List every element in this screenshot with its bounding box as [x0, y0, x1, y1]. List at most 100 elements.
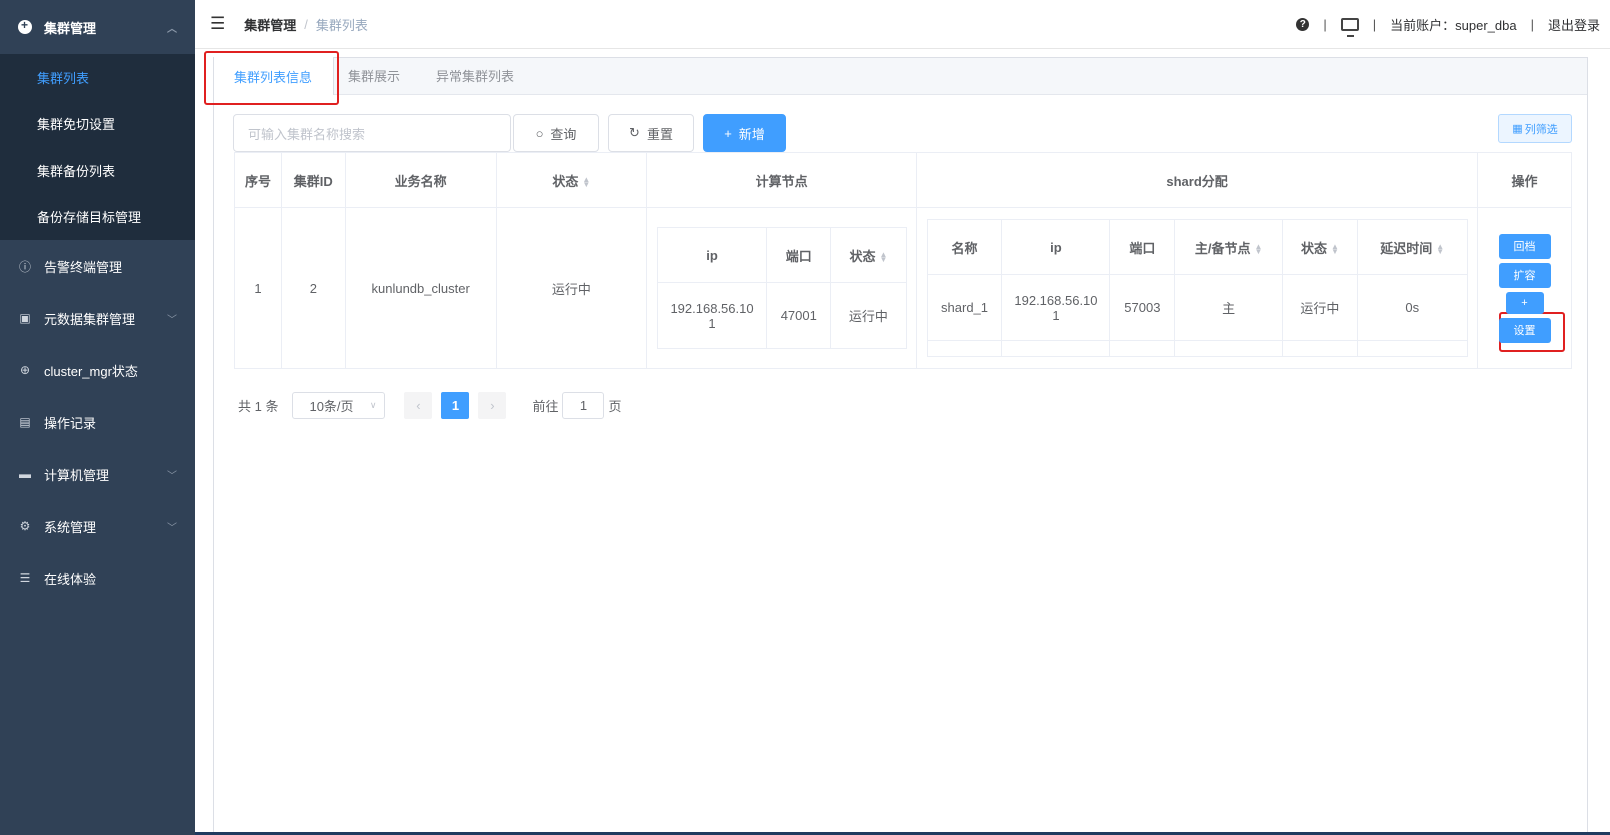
tab-label: 集群列表信息	[234, 69, 313, 85]
col-index-header: 序号	[234, 152, 282, 208]
compute-status-cell: 运行中	[830, 282, 907, 349]
shard-table: 名称 ip 端口 主/备节点 ▲ ▼ 状态 ▲ ▼ 延迟时间 ▲ ▼ shard_1 192…	[926, 219, 1468, 357]
settings-icon: ⚙	[19, 519, 31, 533]
goto-page-input[interactable]: 1	[562, 391, 605, 419]
sidebar-item-online-trial[interactable]: ☰ 在线体验	[0, 552, 195, 604]
shard-ip-line2: 1	[1052, 307, 1060, 323]
cell-compute: ip 端口 状态 ▲ ▼ 192.168.56.10 1 47001 运行中	[646, 207, 918, 369]
expand-button[interactable]: 扩容	[1498, 262, 1551, 288]
more-plus-button[interactable]: +	[1505, 291, 1544, 314]
chevron-down-icon: ﹀	[167, 314, 177, 326]
col-ops-header: 操作	[1477, 152, 1572, 208]
shard-ip-line1: 192.168.56.10	[1014, 292, 1098, 308]
sidebar-item-label: 集群免切设置	[37, 117, 116, 133]
sidebar-item-label: 操作记录	[44, 415, 97, 431]
chevron-right-icon: ›	[490, 397, 495, 413]
computer-icon: ▬	[19, 467, 31, 481]
shard-delay-header[interactable]: 延迟时间 ▲ ▼	[1356, 219, 1468, 275]
header-actions: ? | | 当前账户：super_dba | 退出登录	[1296, 0, 1600, 49]
sort-icon[interactable]: ▲ ▼	[1331, 243, 1339, 256]
query-button[interactable]: ○ 查询	[513, 114, 599, 152]
reset-button-label: 重置	[646, 126, 673, 142]
shard-port-header: 端口	[1109, 219, 1176, 275]
cell-cluster-id: 2	[280, 207, 346, 369]
help-icon[interactable]: ?	[1296, 18, 1310, 31]
operation-buttons: 回档 扩容 + 设置	[1478, 233, 1571, 343]
search-toolbar: 可输入集群名称搜索 ○ 查询 ↻ 重置 + 新增	[233, 114, 786, 152]
sidebar-item-alert-terminal[interactable]: ⓘ 告警终端管理	[0, 240, 195, 292]
page-number-current[interactable]: 1	[441, 391, 470, 419]
cell-status: 运行中	[495, 207, 648, 369]
sort-icon[interactable]: ▲ ▼	[582, 176, 590, 189]
sort-icon[interactable]: ▲ ▼	[1255, 243, 1263, 256]
sidebar-item-system-management[interactable]: ⚙ 系统管理 ﹀	[0, 500, 195, 552]
page-size-value: 10条/页	[309, 398, 354, 414]
sidebar-item-backup-storage[interactable]: 备份存储目标管理	[0, 194, 195, 241]
divider: |	[1323, 17, 1327, 32]
tab-cluster-list-info[interactable]: 集群列表信息	[214, 57, 335, 95]
col-cluster-id-header: 集群ID	[280, 152, 346, 208]
record-icon: ▤	[19, 415, 31, 429]
sidebar-item-cluster-switch-settings[interactable]: 集群免切设置	[0, 101, 195, 148]
add-button[interactable]: + 新增	[703, 114, 786, 152]
cell-index: 1	[234, 207, 282, 369]
sidebar-submenu: 集群列表 集群免切设置 集群备份列表 备份存储目标管理	[0, 54, 195, 240]
shard-status-header[interactable]: 状态 ▲ ▼	[1282, 219, 1358, 275]
sort-icon[interactable]: ▲ ▼	[879, 251, 887, 264]
shard-ip-cell: 192.168.56.10 1	[1001, 274, 1111, 341]
divider: |	[1530, 17, 1534, 32]
sort-icon[interactable]: ▲ ▼	[1436, 243, 1444, 256]
rollback-button[interactable]: 回档	[1498, 233, 1551, 259]
shard-role-label: 主/备节点	[1194, 240, 1251, 256]
shard-status-label: 状态	[1300, 240, 1327, 256]
hamburger-icon[interactable]: ☰	[210, 14, 225, 34]
breadcrumb-item[interactable]: 集群管理	[244, 15, 296, 34]
shard-role-cell: 主	[1174, 274, 1284, 341]
status-icon: ⊕	[19, 363, 31, 377]
sidebar-item-operation-records[interactable]: ▤ 操作记录	[0, 396, 195, 448]
tab-bar: 集群列表信息 集群展示 异常集群列表	[214, 57, 1587, 95]
search-input[interactable]: 可输入集群名称搜索	[233, 114, 511, 152]
sidebar-item-cluster-list[interactable]: 集群列表	[0, 54, 195, 101]
sidebar-item-cluster-mgr-status[interactable]: ⊕ cluster_mgr状态	[0, 344, 195, 396]
sidebar-item-computer-management[interactable]: ▬ 计算机管理 ﹀	[0, 448, 195, 500]
shard-port-cell: 57003	[1109, 274, 1176, 341]
shard-ip-header: ip	[1001, 219, 1111, 275]
col-shard-header: shard分配	[916, 152, 1479, 208]
refresh-icon: ↻	[629, 125, 640, 140]
logout-link[interactable]: 退出登录	[1548, 15, 1600, 34]
breadcrumb-separator: /	[304, 16, 308, 32]
sidebar-group-cluster-management[interactable]: 集群管理 ︿	[0, 0, 195, 54]
column-filter-button[interactable]: ▦ 列筛选	[1498, 114, 1572, 143]
col-status-header[interactable]: 状态 ▲ ▼	[495, 152, 648, 208]
add-button-label: 新增	[738, 126, 765, 142]
page-size-select[interactable]: 10条/页 ∨	[292, 391, 386, 419]
monitor-icon[interactable]	[1340, 18, 1359, 37]
cell-shard: 名称 ip 端口 主/备节点 ▲ ▼ 状态 ▲ ▼ 延迟时间 ▲ ▼ shard_1 192…	[916, 207, 1479, 369]
next-page-button[interactable]: ›	[478, 391, 507, 419]
sidebar-item-cluster-backup-list[interactable]: 集群备份列表	[0, 147, 195, 194]
cell-name: kunlundb_cluster	[344, 207, 497, 369]
sidebar: 集群管理 ︿ 集群列表 集群免切设置 集群备份列表 备份存储目标管理 ⓘ 告警终…	[0, 0, 195, 835]
alert-icon: ⓘ	[18, 259, 31, 274]
search-icon: ○	[535, 125, 544, 141]
prev-page-button[interactable]: ‹	[404, 391, 433, 419]
compute-ip-line1: 192.168.56.10	[670, 300, 754, 316]
settings-button[interactable]: 设置	[1498, 317, 1551, 343]
divider: |	[1372, 17, 1377, 32]
goto-label: 前往	[532, 398, 559, 414]
tab-abnormal-cluster-list[interactable]: 异常集群列表	[418, 57, 534, 94]
shard-role-header[interactable]: 主/备节点 ▲ ▼	[1174, 219, 1284, 275]
sidebar-item-metadata-cluster[interactable]: ▣ 元数据集群管理 ﹀	[0, 292, 195, 344]
plus-circle-icon	[18, 18, 32, 34]
page-suffix: 页	[608, 398, 622, 414]
compute-status-header[interactable]: 状态 ▲ ▼	[830, 227, 907, 283]
tab-cluster-display[interactable]: 集群展示	[334, 57, 418, 94]
shard-delay-cell: 0s	[1356, 274, 1468, 341]
compute-ip-line2: 1	[708, 315, 716, 331]
breadcrumb-item: 集群列表	[315, 17, 368, 33]
chevron-down-icon: ∨	[369, 399, 377, 410]
reset-button[interactable]: ↻ 重置	[608, 114, 694, 152]
tab-label: 异常集群列表	[436, 69, 515, 84]
compute-status-label: 状态	[849, 248, 876, 264]
